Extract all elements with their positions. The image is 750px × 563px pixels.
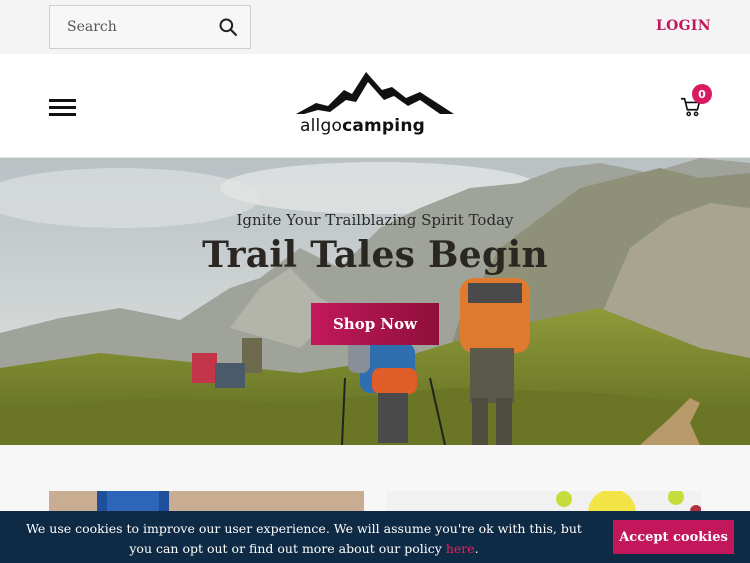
shop-now-button[interactable]: Shop Now [311,303,439,345]
mountain-logo-icon [296,72,454,114]
login-link[interactable]: LOGIN [656,18,711,34]
search-box[interactable] [49,5,251,49]
cookie-message: We use cookies to improve our user exper… [26,521,582,556]
accept-cookies-button[interactable]: Accept cookies [613,520,734,554]
hero-landscape-image [0,158,750,445]
hero-subtitle: Ignite Your Trailblazing Spirit Today [236,211,514,229]
top-utility-bar: LOGIN [0,0,750,54]
cookie-policy-link[interactable]: here [446,541,475,556]
logo-wordmark: allgocamping [300,116,425,136]
cart-count-badge: 0 [692,84,712,104]
search-input[interactable] [67,19,207,35]
site-logo[interactable]: allgocamping [294,70,456,142]
site-header: allgocamping 0 [0,54,750,158]
menu-icon[interactable] [49,99,76,117]
search-icon[interactable] [218,17,238,37]
cookie-consent-bar: We use cookies to improve our user exper… [0,511,750,563]
hero-title: Trail Tales Begin [202,234,548,276]
hero-banner: Ignite Your Trailblazing Spirit Today Tr… [0,158,750,445]
